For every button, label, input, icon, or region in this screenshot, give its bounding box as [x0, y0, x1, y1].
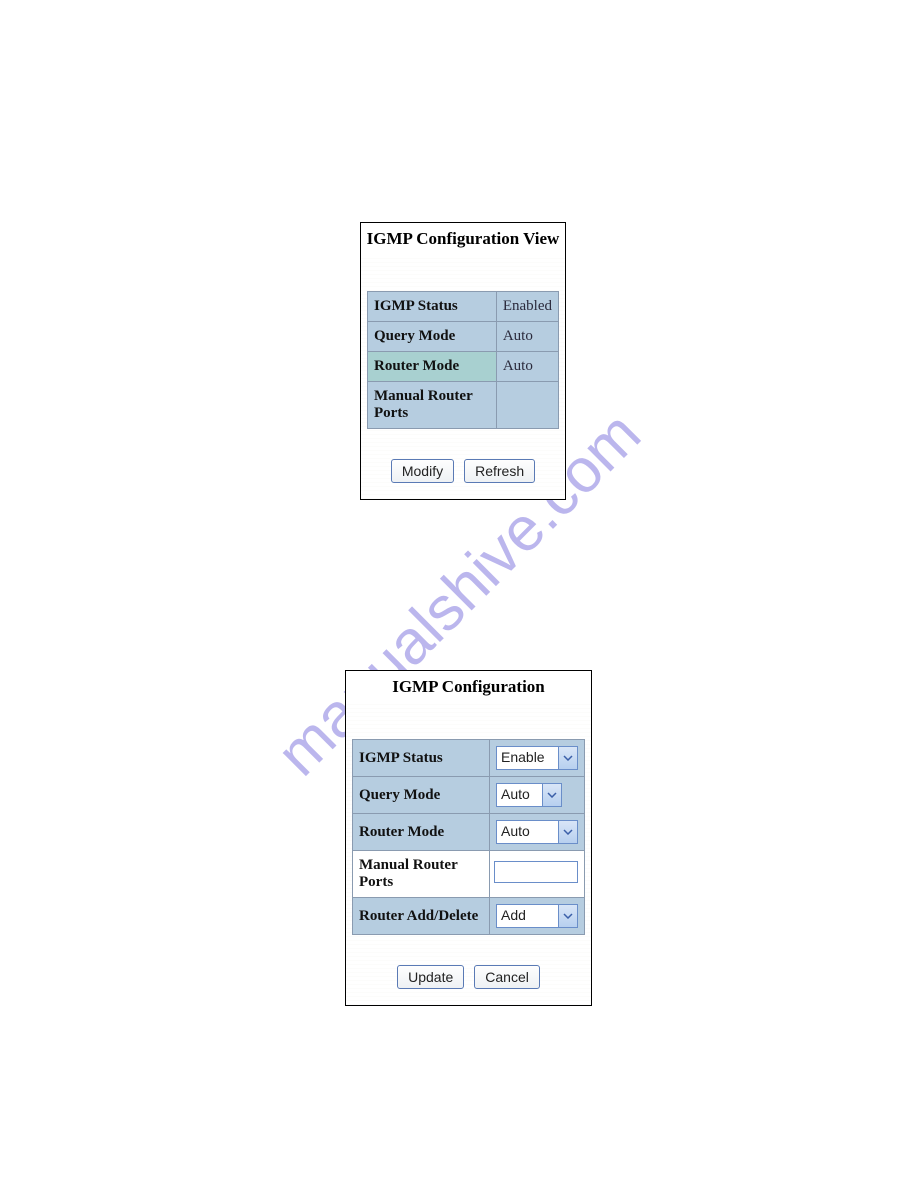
cancel-button[interactable]: Cancel — [474, 965, 540, 989]
cell-igmp-status: Enable — [490, 740, 585, 777]
igmp-config-table: IGMP Status Enable Query Mode Auto — [352, 739, 585, 935]
manual-router-ports-input[interactable] — [494, 861, 578, 883]
label-router-add-delete: Router Add/Delete — [353, 898, 490, 935]
table-row: Manual Router Ports — [353, 851, 585, 898]
label-query-mode: Query Mode — [368, 322, 497, 352]
table-row: Query Mode Auto — [353, 777, 585, 814]
label-router-mode: Router Mode — [368, 352, 497, 382]
table-row: Router Mode Auto — [368, 352, 559, 382]
value-router-mode: Auto — [496, 352, 558, 382]
router-mode-select[interactable]: Auto — [496, 820, 578, 844]
igmp-config-title: IGMP Configuration — [346, 671, 591, 703]
table-row: Manual Router Ports — [368, 382, 559, 429]
value-query-mode: Auto — [496, 322, 558, 352]
cell-router-add-delete: Add — [490, 898, 585, 935]
igmp-view-table: IGMP Status Enabled Query Mode Auto Rout… — [367, 291, 559, 429]
chevron-down-icon — [558, 747, 577, 769]
label-igmp-status: IGMP Status — [368, 292, 497, 322]
table-row: IGMP Status Enable — [353, 740, 585, 777]
igmp-status-select[interactable]: Enable — [496, 746, 578, 770]
igmp-status-select-value: Enable — [501, 749, 545, 765]
igmp-view-body: IGMP Status Enabled Query Mode Auto Rout… — [361, 255, 565, 499]
value-manual-router-ports — [496, 382, 558, 429]
router-mode-select-value: Auto — [501, 823, 530, 839]
view-button-row: Modify Refresh — [367, 429, 559, 493]
label-igmp-status: IGMP Status — [353, 740, 490, 777]
query-mode-select-value: Auto — [501, 786, 530, 802]
table-row: Router Mode Auto — [353, 814, 585, 851]
chevron-down-icon — [542, 784, 561, 806]
igmp-view-title: IGMP Configuration View — [361, 223, 565, 255]
router-add-delete-select-value: Add — [501, 907, 526, 923]
cell-manual-router-ports — [490, 851, 585, 898]
chevron-down-icon — [558, 905, 577, 927]
refresh-button[interactable]: Refresh — [464, 459, 535, 483]
cell-router-mode: Auto — [490, 814, 585, 851]
table-row: IGMP Status Enabled — [368, 292, 559, 322]
chevron-down-icon — [558, 821, 577, 843]
igmp-config-panel: IGMP Configuration IGMP Status Enable Qu… — [345, 670, 592, 1006]
modify-button[interactable]: Modify — [391, 459, 454, 483]
cell-query-mode: Auto — [490, 777, 585, 814]
query-mode-select[interactable]: Auto — [496, 783, 562, 807]
value-igmp-status: Enabled — [496, 292, 558, 322]
table-row: Query Mode Auto — [368, 322, 559, 352]
label-router-mode: Router Mode — [353, 814, 490, 851]
config-button-row: Update Cancel — [352, 935, 585, 999]
igmp-config-body: IGMP Status Enable Query Mode Auto — [346, 703, 591, 1005]
label-query-mode: Query Mode — [353, 777, 490, 814]
label-manual-router-ports: Manual Router Ports — [368, 382, 497, 429]
igmp-view-panel: IGMP Configuration View IGMP Status Enab… — [360, 222, 566, 500]
label-manual-router-ports: Manual Router Ports — [353, 851, 490, 898]
table-row: Router Add/Delete Add — [353, 898, 585, 935]
update-button[interactable]: Update — [397, 965, 464, 989]
router-add-delete-select[interactable]: Add — [496, 904, 578, 928]
